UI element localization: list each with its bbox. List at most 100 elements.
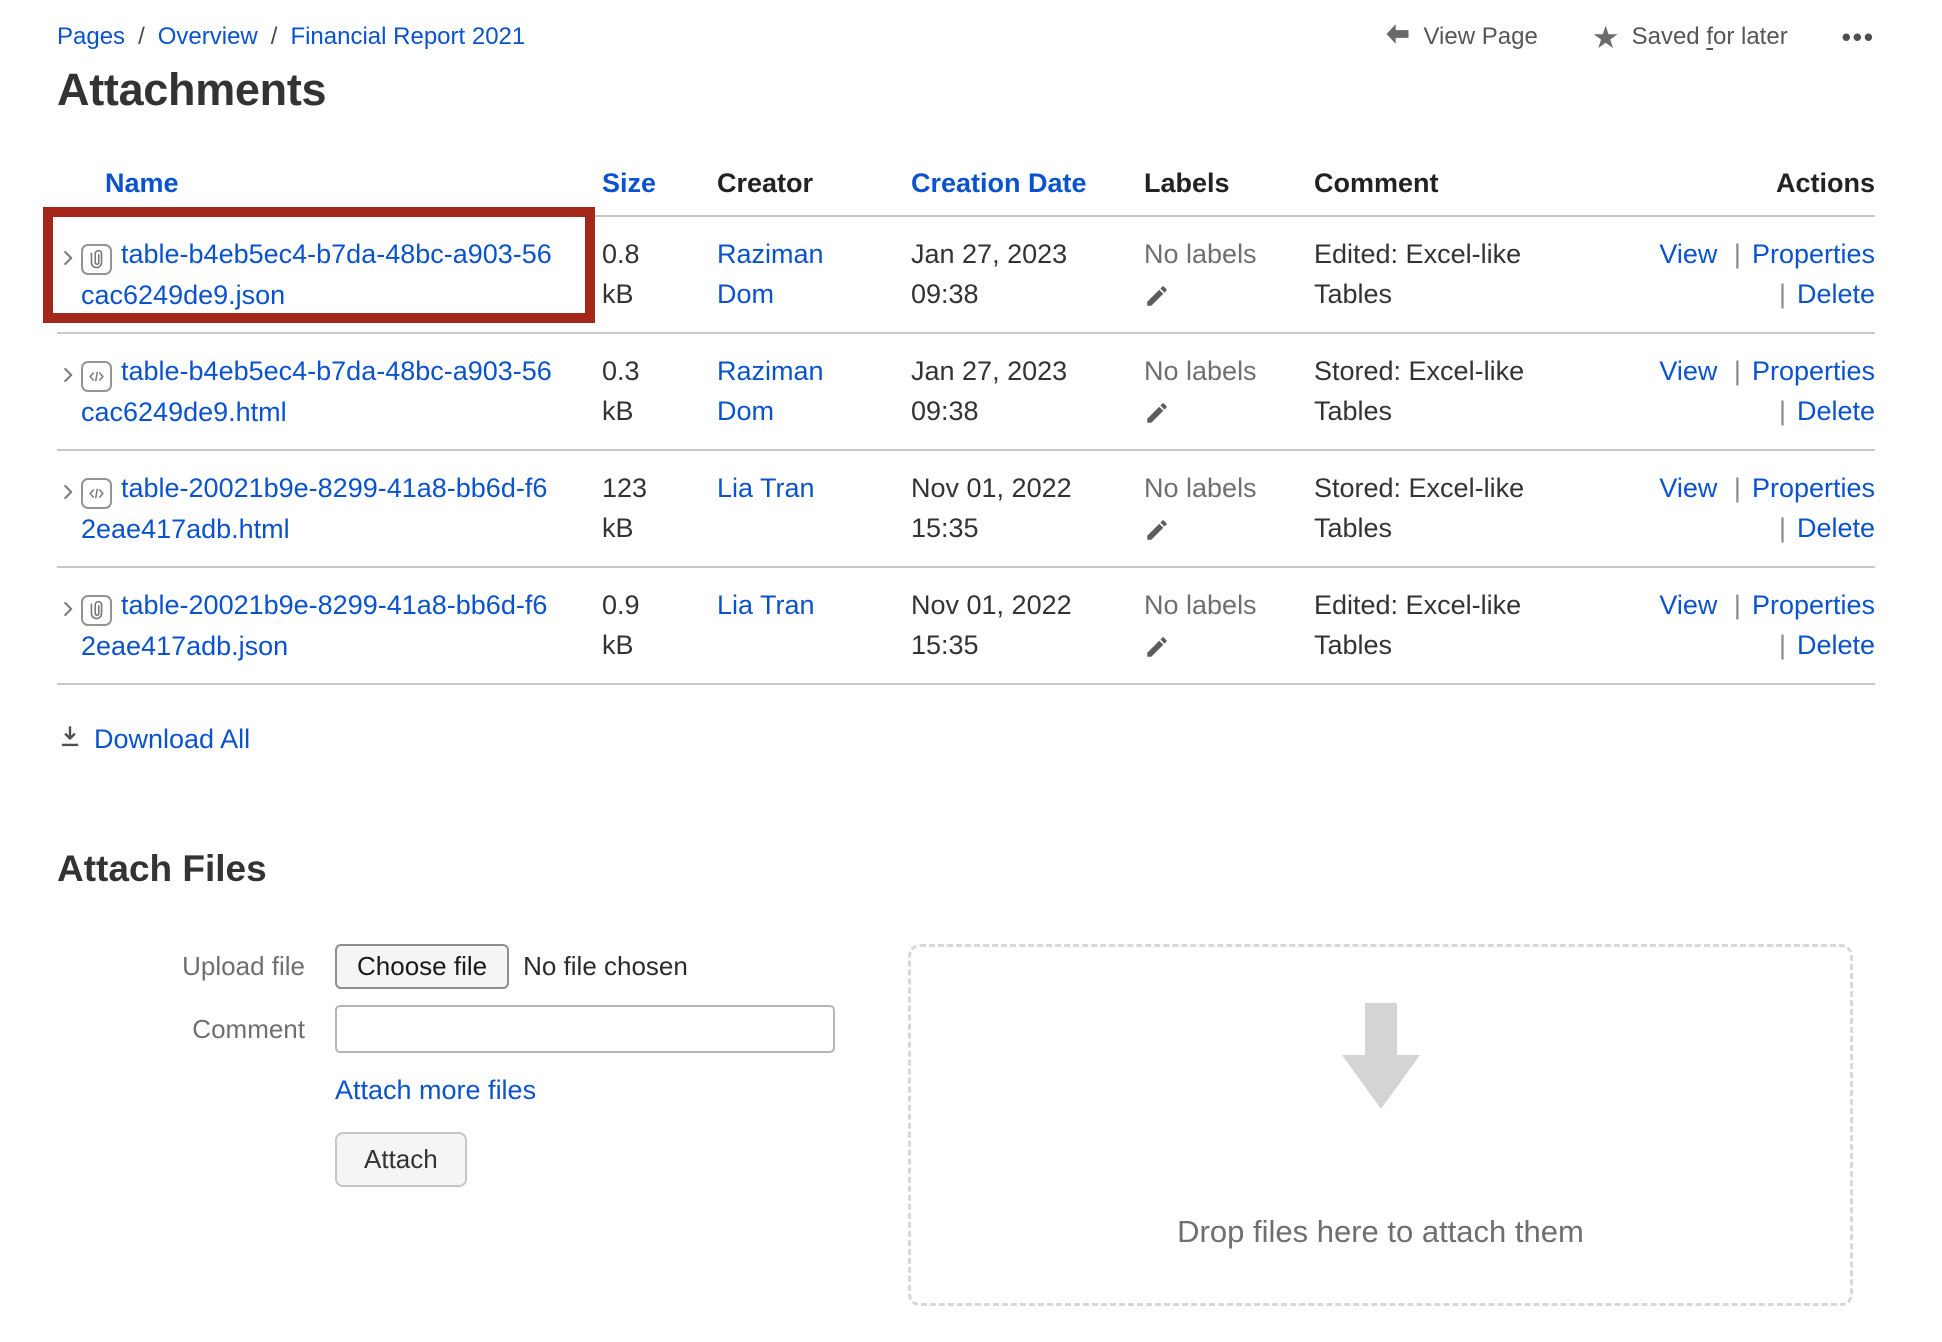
labels-cell: No labels (1144, 585, 1314, 659)
edit-labels-pencil-icon[interactable] (1144, 514, 1314, 542)
properties-link[interactable]: Properties (1752, 239, 1875, 269)
table-row: table-20021b9e-8299-41a8-bb6d-f62eae417a… (57, 449, 1875, 566)
comment-cell: Stored: Excel-like Tables (1314, 351, 1614, 431)
comment-cell: Edited: Excel-like Tables (1314, 585, 1614, 665)
sort-by-name-header[interactable]: Name (57, 168, 602, 199)
actions-header: Actions (1614, 168, 1875, 199)
name-cell: table-20021b9e-8299-41a8-bb6d-f62eae417a… (57, 585, 602, 666)
labels-cell: No labels (1144, 234, 1314, 308)
edit-labels-pencil-icon[interactable] (1144, 631, 1314, 659)
file-input: Choose file No file chosen (335, 944, 688, 989)
download-all-button[interactable]: Download All (57, 723, 1875, 756)
no-labels-text: No labels (1144, 473, 1257, 503)
no-labels-text: No labels (1144, 356, 1257, 386)
delete-link[interactable]: Delete (1797, 279, 1875, 309)
table-header-row: Name Size Creator Creation Date Labels C… (57, 168, 1875, 215)
code-icon (81, 478, 112, 509)
edit-labels-pencil-icon[interactable] (1144, 280, 1314, 308)
attach-files-heading: Attach Files (57, 848, 1875, 890)
size-cell: 123 kB (602, 468, 717, 548)
attachments-table: Name Size Creator Creation Date Labels C… (57, 168, 1875, 685)
view-link[interactable]: View (1659, 239, 1717, 269)
table-row: table-20021b9e-8299-41a8-bb6d-f62eae417a… (57, 566, 1875, 685)
size-cell: 0.3 kB (602, 351, 717, 431)
breadcrumb-pages[interactable]: Pages (57, 23, 125, 51)
saved-for-later-button[interactable]: ★ Saved for later (1592, 22, 1788, 53)
creator-link[interactable]: Lia Tran (717, 590, 815, 620)
sort-by-size-header[interactable]: Size (602, 168, 717, 199)
view-link[interactable]: View (1659, 473, 1717, 503)
attachment-file-link[interactable]: table-b4eb5ec4-b7da-48bc-a903-56cac6249d… (81, 239, 552, 310)
creator-link[interactable]: Raziman Dom (717, 356, 824, 426)
attachment-file-link[interactable]: table-b4eb5ec4-b7da-48bc-a903-56cac6249d… (81, 356, 552, 427)
attach-files-section: Upload file Choose file No file chosen C… (57, 944, 1875, 1306)
no-file-chosen-text: No file chosen (523, 951, 688, 982)
view-page-button[interactable]: View Page (1384, 23, 1537, 52)
no-labels-text: No labels (1144, 590, 1257, 620)
creator-cell: Lia Tran (717, 468, 911, 508)
creator-header: Creator (717, 168, 911, 199)
comment-label: Comment (57, 1014, 335, 1045)
attach-button[interactable]: Attach (335, 1132, 467, 1187)
name-cell: table-b4eb5ec4-b7da-48bc-a903-56cac6249d… (57, 351, 602, 432)
sort-by-creation-date-header[interactable]: Creation Date (911, 168, 1144, 199)
actions-cell: View Properties Delete (1614, 234, 1875, 314)
attachment-file-link[interactable]: table-20021b9e-8299-41a8-bb6d-f62eae417a… (81, 590, 547, 661)
code-icon (81, 361, 112, 392)
view-page-label: View Page (1423, 23, 1537, 51)
comment-cell: Edited: Excel-like Tables (1314, 234, 1614, 314)
size-cell: 0.8 kB (602, 234, 717, 314)
actions-cell: View Properties Delete (1614, 351, 1875, 431)
star-icon: ★ (1592, 22, 1620, 53)
creation-date-cell: Nov 01, 2022 15:35 (911, 468, 1144, 548)
properties-link[interactable]: Properties (1752, 473, 1875, 503)
expand-chevron-icon[interactable] (57, 240, 81, 315)
download-all-label: Download All (94, 724, 250, 755)
delete-link[interactable]: Delete (1797, 630, 1875, 660)
creator-link[interactable]: Raziman Dom (717, 239, 824, 309)
view-link[interactable]: View (1659, 590, 1717, 620)
drop-arrow-icon (1321, 1003, 1441, 1118)
edit-labels-pencil-icon[interactable] (1144, 397, 1314, 425)
expand-chevron-icon[interactable] (57, 474, 81, 549)
creator-cell: Lia Tran (717, 585, 911, 625)
page-title: Attachments (57, 64, 1875, 116)
comment-input[interactable] (335, 1005, 835, 1053)
attach-more-files-link[interactable]: Attach more files (335, 1075, 536, 1106)
table-row: table-b4eb5ec4-b7da-48bc-a903-56cac6249d… (57, 332, 1875, 449)
download-icon (57, 723, 83, 756)
comment-header: Comment (1314, 168, 1614, 199)
upload-file-label: Upload file (57, 951, 335, 982)
expand-chevron-icon[interactable] (57, 591, 81, 666)
name-cell: table-b4eb5ec4-b7da-48bc-a903-56cac6249d… (57, 234, 602, 315)
choose-file-button[interactable]: Choose file (335, 944, 509, 989)
labels-cell: No labels (1144, 351, 1314, 425)
properties-link[interactable]: Properties (1752, 590, 1875, 620)
labels-cell: No labels (1144, 468, 1314, 542)
paperclip-icon (81, 244, 112, 275)
file-dropzone[interactable]: Drop files here to attach them (908, 944, 1853, 1306)
attachments-page: Pages / Overview / Financial Report 2021… (57, 0, 1875, 1306)
attachment-file-link[interactable]: table-20021b9e-8299-41a8-bb6d-f62eae417a… (81, 473, 547, 544)
delete-link[interactable]: Delete (1797, 396, 1875, 426)
creation-date-cell: Jan 27, 2023 09:38 (911, 351, 1144, 431)
view-link[interactable]: View (1659, 356, 1717, 386)
name-cell: table-20021b9e-8299-41a8-bb6d-f62eae417a… (57, 468, 602, 549)
actions-cell: View Properties Delete (1614, 468, 1875, 548)
attach-form: Upload file Choose file No file chosen C… (57, 944, 908, 1203)
creator-link[interactable]: Lia Tran (717, 473, 815, 503)
labels-header: Labels (1144, 168, 1314, 199)
creator-cell: Raziman Dom (717, 234, 911, 314)
breadcrumb-overview[interactable]: Overview (158, 23, 258, 51)
creation-date-cell: Nov 01, 2022 15:35 (911, 585, 1144, 665)
top-bar: Pages / Overview / Financial Report 2021… (57, 18, 1875, 56)
actions-cell: View Properties Delete (1614, 585, 1875, 665)
breadcrumb-financial-report[interactable]: Financial Report 2021 (290, 23, 525, 51)
expand-chevron-icon[interactable] (57, 357, 81, 432)
size-cell: 0.9 kB (602, 585, 717, 665)
delete-link[interactable]: Delete (1797, 513, 1875, 543)
table-row: table-b4eb5ec4-b7da-48bc-a903-56cac6249d… (57, 215, 1875, 332)
back-arrow-icon (1384, 23, 1411, 52)
properties-link[interactable]: Properties (1752, 356, 1875, 386)
more-options-button[interactable]: ••• (1842, 22, 1875, 53)
